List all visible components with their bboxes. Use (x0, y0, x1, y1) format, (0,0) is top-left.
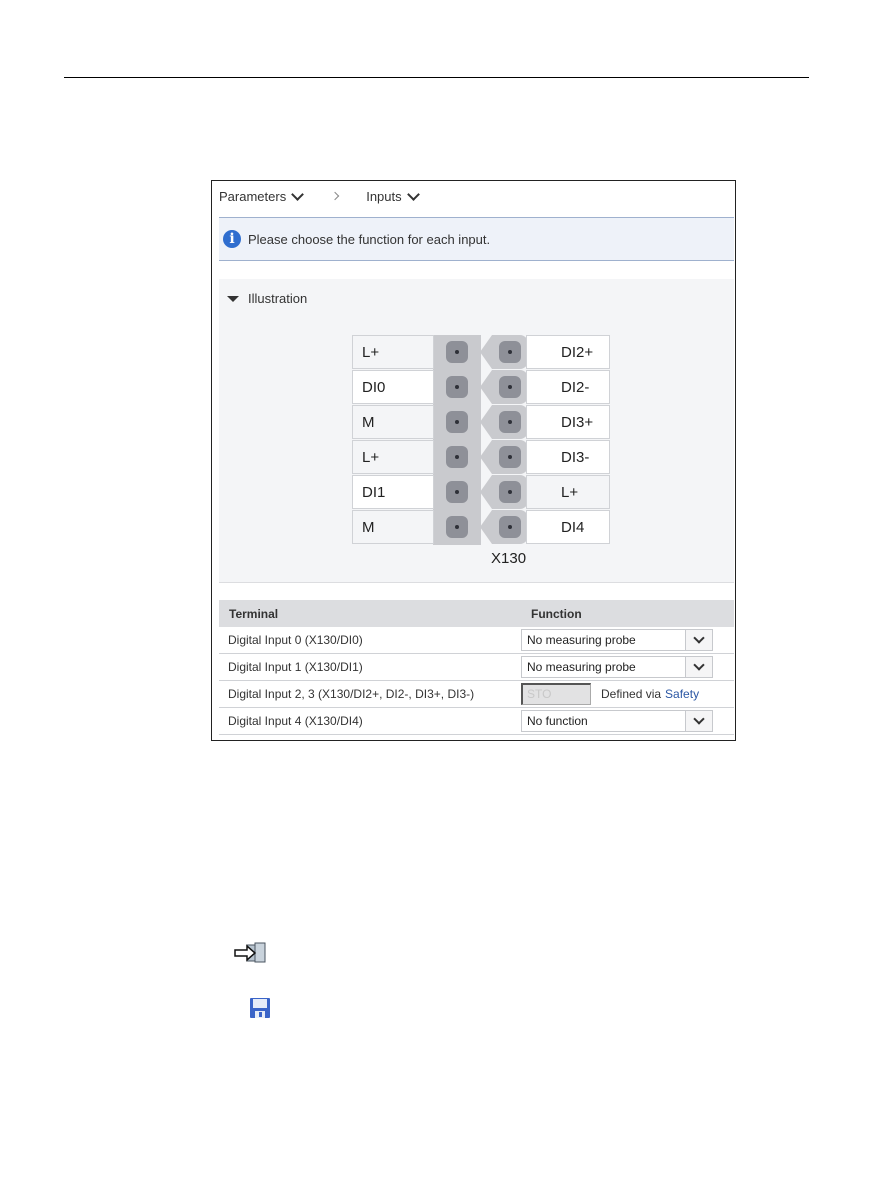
dropdown-button[interactable] (685, 711, 712, 731)
table-header-row: Terminal Function (219, 600, 734, 627)
breadcrumb-parameters[interactable]: Parameters (219, 187, 305, 204)
pin-icon (446, 481, 468, 503)
pin-icon (446, 376, 468, 398)
table-row: Digital Input 2, 3 (X130/DI2+, DI2-, DI3… (219, 680, 734, 708)
pin-icon (446, 341, 468, 363)
terminal-right-label: DI3+ (526, 405, 610, 439)
inputs-panel: Parameters Inputs i Please choose the fu… (211, 180, 736, 741)
pin-icon (499, 411, 521, 433)
info-icon: i (223, 230, 241, 248)
breadcrumb-inputs[interactable]: Inputs (366, 187, 420, 204)
terminal-cell: Digital Input 1 (X130/DI1) (219, 653, 521, 681)
illustration-section: Illustration L+ DI2+ DI0 DI2- M DI3+ L+ DI3- DI1… (219, 279, 734, 583)
page-header-rule (64, 77, 809, 78)
terminal-left-label: DI1 (352, 475, 434, 509)
illustration-title: Illustration (248, 291, 308, 306)
connector-x130-diagram: L+ DI2+ DI0 DI2- M DI3+ L+ DI3- DI1 L+ M DI4 (352, 335, 610, 545)
terminal-left-label: M (352, 510, 434, 544)
terminal-cell: Digital Input 0 (X130/DI0) (219, 627, 521, 654)
breadcrumb: Parameters Inputs (219, 186, 420, 206)
function-select-di4[interactable]: No function (521, 710, 713, 732)
column-header-terminal: Terminal (219, 600, 521, 627)
function-cell: STO Defined via Safety (521, 680, 734, 708)
connector-body (433, 335, 481, 545)
dropdown-button[interactable] (685, 630, 712, 650)
chevron-down-icon (693, 659, 705, 671)
dropdown-button[interactable] (685, 657, 712, 677)
chevron-down-icon (693, 713, 705, 725)
terminal-right-label: L+ (526, 475, 610, 509)
function-cell: No function (521, 707, 734, 735)
table-row: Digital Input 0 (X130/DI0) No measuring … (219, 627, 734, 654)
pin-icon (499, 376, 521, 398)
sto-field-disabled: STO (521, 683, 591, 705)
triangle-down-icon (227, 295, 239, 302)
inputs-table: Terminal Function Digital Input 0 (X130/… (219, 600, 734, 735)
breadcrumb-label: Inputs (366, 188, 402, 204)
pin-icon (499, 446, 521, 468)
terminal-right-label: DI4 (526, 510, 610, 544)
function-select-di1[interactable]: No measuring probe (521, 656, 713, 678)
breadcrumb-label: Parameters (219, 188, 287, 204)
chevron-down-icon (406, 187, 420, 201)
pin-icon (446, 516, 468, 538)
terminal-right-label: DI2- (526, 370, 610, 404)
chevron-right-icon (330, 191, 340, 201)
illustration-toggle[interactable]: Illustration (227, 291, 307, 306)
function-cell: No measuring probe (521, 653, 734, 681)
chevron-down-icon (693, 632, 705, 644)
save-icon (249, 997, 271, 1019)
terminal-left-label: M (352, 405, 434, 439)
pin-icon (499, 341, 521, 363)
terminal-right-label: DI3- (526, 440, 610, 474)
pin-icon (446, 446, 468, 468)
defined-via-label: Defined via (601, 687, 662, 701)
chevron-down-icon (291, 187, 305, 201)
terminal-left-label: L+ (352, 335, 434, 369)
terminal-right-label: DI2+ (526, 335, 610, 369)
info-text: Please choose the function for each inpu… (248, 231, 491, 247)
terminal-left-label: DI0 (352, 370, 434, 404)
info-message: i Please choose the function for each in… (219, 217, 734, 261)
select-value: No measuring probe (527, 660, 636, 674)
table-row: Digital Input 4 (X130/DI4) No function (219, 707, 734, 735)
column-header-function: Function (521, 600, 734, 627)
select-value: No measuring probe (527, 633, 636, 647)
goto-icon (233, 942, 267, 964)
select-value: No function (527, 714, 588, 728)
terminal-cell: Digital Input 4 (X130/DI4) (219, 707, 521, 735)
safety-link[interactable]: Safety (665, 687, 699, 701)
pin-icon (499, 516, 521, 538)
pin-icon (446, 411, 468, 433)
table-row: Digital Input 1 (X130/DI1) No measuring … (219, 653, 734, 681)
function-cell: No measuring probe (521, 627, 734, 654)
terminal-left-label: L+ (352, 440, 434, 474)
defined-via-text: Defined via Safety (601, 687, 699, 701)
function-select-di0[interactable]: No measuring probe (521, 629, 713, 651)
safety-defined: STO Defined via Safety (521, 683, 734, 705)
connector-label: X130 (491, 550, 527, 567)
pin-icon (499, 481, 521, 503)
terminal-cell: Digital Input 2, 3 (X130/DI2+, DI2-, DI3… (219, 680, 521, 708)
